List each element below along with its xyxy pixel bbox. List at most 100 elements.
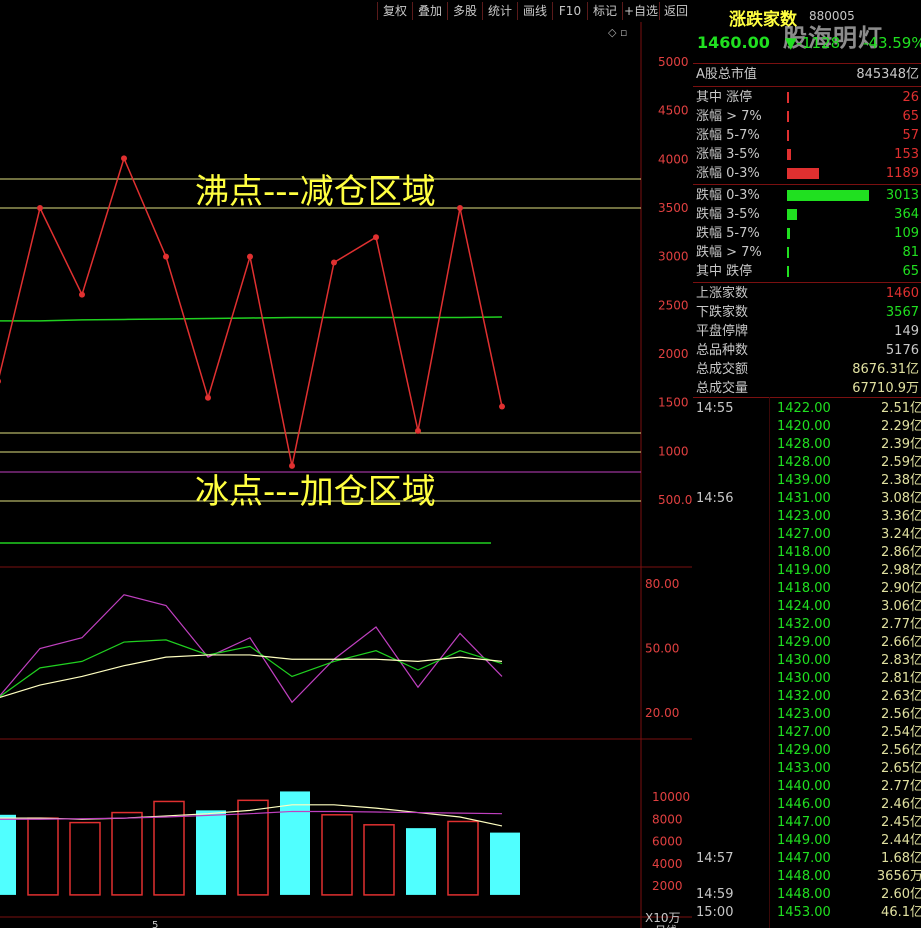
- osc-tick-label: 20.00: [645, 706, 679, 720]
- tick-row: 1439.00 2.38亿: [693, 472, 921, 490]
- down-row-bar: [787, 190, 869, 201]
- tick-price: 1439.00: [777, 473, 831, 488]
- tick-price: 1449.00: [777, 833, 831, 848]
- price-point: [415, 427, 421, 434]
- tick-row: 1446.00 2.46亿: [693, 796, 921, 814]
- tick-amount: 2.29亿: [881, 419, 921, 434]
- tick-row: 1429.00 2.66亿: [693, 634, 921, 652]
- chart-toolbar: 复权 叠加 多股 统计 画线 F10 标记 +自选 返回: [0, 0, 692, 22]
- tick-price: 1429.00: [777, 743, 831, 758]
- y-tick-label: 1000: [658, 444, 689, 458]
- tick-row: 1430.00 2.81亿: [693, 670, 921, 688]
- f10-button[interactable]: F10: [552, 2, 587, 20]
- mark-button[interactable]: 标记: [587, 2, 622, 20]
- tick-row: 1423.00 3.36亿: [693, 508, 921, 526]
- y-tick-label: 5000: [658, 55, 689, 69]
- down-row: 跌幅 > 7% 81: [693, 243, 921, 262]
- y-tick-label: 2500: [658, 298, 689, 312]
- stat-row-value: 8676.31亿: [852, 362, 919, 377]
- tick-time: 14:55: [696, 401, 734, 416]
- price-point: [205, 394, 211, 401]
- down-row-bar: [787, 228, 790, 239]
- back-button[interactable]: 返回: [659, 2, 692, 20]
- y-tick-label: 2000: [658, 347, 689, 361]
- tick-amount: 46.1亿: [881, 905, 921, 920]
- ice-zone-label: 冰点---加仓区域: [195, 472, 436, 512]
- tick-amount: 2.63亿: [881, 689, 921, 704]
- stat-row-label: 总品种数: [696, 343, 749, 358]
- tick-price: 1418.00: [777, 545, 831, 560]
- down-row: 跌幅 5-7% 109: [693, 224, 921, 243]
- tick-row: 1418.00 2.86亿: [693, 544, 921, 562]
- tick-price: 1424.00: [777, 599, 831, 614]
- add-watchlist-button[interactable]: +自选: [622, 2, 659, 20]
- multi-stock-button[interactable]: 多股: [447, 2, 482, 20]
- k-line-chart[interactable]: 5000 4500 4000 3500 3000 2500 2000 1500 1000 500.…: [0, 22, 692, 928]
- tick-row: 1448.00 3656万: [693, 868, 921, 886]
- down-row-label: 跌幅 5-7%: [696, 226, 760, 241]
- tick-amount: 2.90亿: [881, 581, 921, 596]
- volume-bar: [406, 828, 436, 895]
- tick-amount: 3.08亿: [881, 491, 921, 506]
- down-row-bar: [787, 209, 797, 220]
- tick-row: 1449.00 2.44亿: [693, 832, 921, 850]
- up-row: 其中 涨停 26: [693, 88, 921, 107]
- tick-price: 1430.00: [777, 653, 831, 668]
- down-row-label: 跌幅 3-5%: [696, 207, 760, 222]
- volume-bar: [27, 817, 59, 896]
- overlay-button[interactable]: 叠加: [412, 2, 447, 20]
- tick-row: 1427.00 3.24亿: [693, 526, 921, 544]
- tick-row: 1423.00 2.56亿: [693, 706, 921, 724]
- y-tick-label: 4500: [658, 104, 689, 118]
- up-row-value: 26: [902, 90, 919, 105]
- tick-price: 1427.00: [777, 527, 831, 542]
- price-point: [163, 253, 169, 260]
- stat-row-value: 3567: [885, 305, 919, 320]
- vol-ma-purple-line: [0, 810, 503, 820]
- up-row-label: 其中 涨停: [696, 90, 753, 105]
- up-row-bar: [787, 92, 789, 103]
- tick-row: 1420.00 2.29亿: [693, 418, 921, 436]
- tick-row: 1432.00 2.63亿: [693, 688, 921, 706]
- tick-amount: 1.68亿: [881, 851, 921, 866]
- tick-row: 1418.00 2.90亿: [693, 580, 921, 598]
- tick-amount: 2.65亿: [881, 761, 921, 776]
- tick-row: 1428.00 2.59亿: [693, 454, 921, 472]
- tick-price: 1420.00: [777, 419, 831, 434]
- volume-bar: [363, 824, 395, 896]
- tick-price: 1428.00: [777, 455, 831, 470]
- up-row-label: 涨幅 3-5%: [696, 147, 760, 162]
- tick-price: 1448.00: [777, 887, 831, 902]
- tick-time: 14:56: [696, 491, 734, 506]
- tick-price: 1427.00: [777, 725, 831, 740]
- up-row-label: 涨幅 0-3%: [696, 166, 760, 181]
- tick-price: 1418.00: [777, 581, 831, 596]
- fuquan-button[interactable]: 复权: [377, 2, 412, 20]
- market-cap-label: A股总市值: [696, 67, 757, 82]
- tick-price: 1432.00: [777, 617, 831, 632]
- stat-row: 总成交量 67710.9万: [693, 379, 921, 398]
- up-row: 涨幅 3-5% 153: [693, 145, 921, 164]
- tick-row: 1447.00 2.45亿: [693, 814, 921, 832]
- tick-price: 1423.00: [777, 509, 831, 524]
- tick-price: 1429.00: [777, 635, 831, 650]
- stats-panel: 涨跌家数 880005 股海明灯 1460.00 ▼-1128 -43.59% …: [693, 0, 921, 928]
- down-row-value: 109: [894, 226, 919, 241]
- stat-row-label: 上涨家数: [696, 286, 749, 301]
- draw-line-button[interactable]: 画线: [517, 2, 552, 20]
- volume-bar: [111, 811, 143, 896]
- statistics-button[interactable]: 统计: [482, 2, 517, 20]
- stat-row-value: 1460: [885, 286, 919, 301]
- tick-row: 14:56 1431.00 3.08亿: [693, 490, 921, 508]
- tick-price: 1419.00: [777, 563, 831, 578]
- down-row: 其中 跌停 65: [693, 262, 921, 281]
- stat-row-value: 149: [894, 324, 919, 339]
- stat-row-value: 5176: [885, 343, 919, 358]
- y-tick-label: 3500: [658, 201, 689, 215]
- date-marker: 5: [152, 920, 158, 928]
- tick-time: 14:59: [696, 887, 734, 902]
- stat-row-label: 总成交量: [696, 381, 749, 396]
- stat-row-value: 67710.9万: [852, 381, 919, 396]
- tick-row: 14:55 1422.00 2.51亿: [693, 400, 921, 418]
- down-row-bar: [787, 247, 789, 258]
